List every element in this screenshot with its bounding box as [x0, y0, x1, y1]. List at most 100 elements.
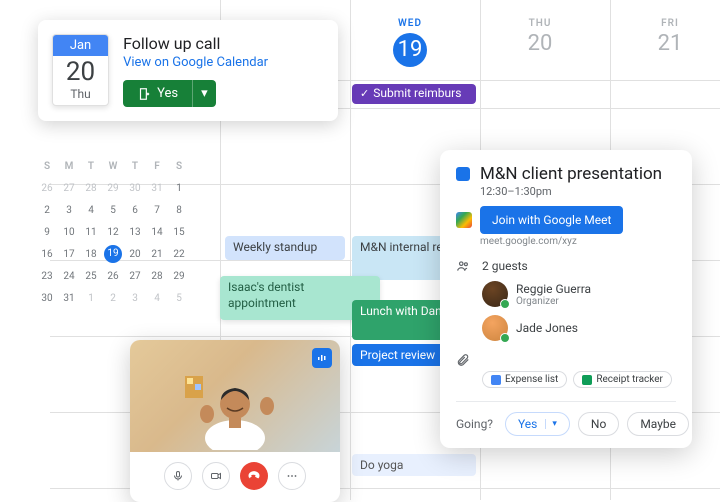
dow-label: WED: [350, 18, 470, 29]
mini-day-13[interactable]: 13: [126, 227, 144, 238]
event-label: Lunch with Dana: [360, 304, 448, 318]
accepted-badge-icon: [500, 299, 510, 309]
mini-day-5[interactable]: 5: [104, 205, 122, 216]
mini-day-11[interactable]: 11: [82, 227, 100, 238]
mini-day-5[interactable]: 5: [170, 293, 188, 304]
mini-day-14[interactable]: 14: [148, 227, 166, 238]
day-header-thu[interactable]: THU 20: [480, 18, 600, 56]
mini-day-3[interactable]: 3: [60, 205, 78, 216]
mini-day-1[interactable]: 1: [82, 293, 100, 304]
mini-day-2[interactable]: 2: [104, 293, 122, 304]
attachment-icon: [456, 353, 472, 367]
mini-month-calendar: SMTWTFS262728293031123456789101112131415…: [38, 155, 188, 309]
mini-day-26[interactable]: 26: [38, 183, 56, 194]
mini-day-4[interactable]: 4: [82, 205, 100, 216]
mini-day-21[interactable]: 21: [148, 249, 166, 260]
rsvp-dropdown-button[interactable]: ▾: [192, 80, 216, 107]
mini-day-16[interactable]: 16: [38, 249, 56, 260]
going-label: Going?: [456, 417, 493, 431]
going-maybe-button[interactable]: Maybe: [627, 412, 689, 436]
going-yes-button[interactable]: Yes▾: [505, 412, 570, 436]
mini-day-10[interactable]: 10: [60, 227, 78, 238]
video-feed: [130, 340, 340, 452]
dow-label: THU: [480, 18, 600, 29]
mini-day-24[interactable]: 24: [60, 271, 78, 282]
rsvp-button-group: Yes ▾: [123, 80, 216, 107]
mini-day-4[interactable]: 4: [148, 293, 166, 304]
chevron-down-icon: ▾: [545, 419, 557, 429]
attachment-chip[interactable]: Expense list: [482, 371, 567, 388]
mini-day-30[interactable]: 30: [126, 183, 144, 194]
date-icon-day: 20: [53, 56, 108, 87]
mini-day-8[interactable]: 8: [170, 205, 188, 216]
attachment-chip[interactable]: Receipt tracker: [573, 371, 672, 388]
person-illustration: [175, 370, 295, 450]
guest-role: Organizer: [516, 296, 591, 307]
video-call-card: [130, 340, 340, 502]
date-icon-weekday: Thu: [53, 87, 108, 105]
join-meet-button[interactable]: Join with Google Meet: [480, 206, 623, 234]
google-meet-icon: [456, 212, 472, 228]
mini-day-2[interactable]: 2: [38, 205, 56, 216]
mini-day-27[interactable]: 27: [126, 271, 144, 282]
event-submit-reimburs[interactable]: ✓Submit reimburs: [352, 84, 476, 104]
mini-day-23[interactable]: 23: [38, 271, 56, 282]
guest-row[interactable]: Jade Jones: [482, 315, 676, 341]
event-color-icon: [456, 167, 470, 181]
camera-button[interactable]: [202, 462, 230, 490]
door-icon: [137, 87, 151, 101]
mini-day-31[interactable]: 31: [60, 293, 78, 304]
video-controls: [130, 452, 340, 502]
mini-day-19[interactable]: 19: [104, 245, 122, 263]
rsvp-yes-label: Yes: [157, 86, 178, 101]
mini-day-12[interactable]: 12: [104, 227, 122, 238]
event-weekly-standup[interactable]: Weekly standup: [225, 236, 345, 260]
mini-day-31[interactable]: 31: [148, 183, 166, 194]
event-label: Isaac's dentist appointment: [228, 280, 304, 310]
mini-day-30[interactable]: 30: [38, 293, 56, 304]
accepted-badge-icon: [500, 333, 510, 343]
event-label: Project review: [360, 348, 435, 362]
day-header-wed[interactable]: WED 19: [350, 18, 470, 67]
day-number: 21: [610, 31, 720, 56]
view-on-calendar-link[interactable]: View on Google Calendar: [123, 55, 268, 70]
mini-day-9[interactable]: 9: [38, 227, 56, 238]
avatar: [482, 281, 508, 307]
mini-day-28[interactable]: 28: [148, 271, 166, 282]
meet-url: meet.google.com/xyz: [480, 236, 676, 247]
mini-day-17[interactable]: 17: [60, 249, 78, 260]
event-label: Do yoga: [360, 458, 403, 472]
guests-icon: [456, 259, 472, 273]
day-header-fri[interactable]: FRI 21: [610, 18, 720, 56]
notification-title: Follow up call: [123, 34, 324, 53]
mini-day-26[interactable]: 26: [104, 271, 122, 282]
mini-day-6[interactable]: 6: [126, 205, 144, 216]
end-call-button[interactable]: [240, 462, 268, 490]
event-time: 12:30–1:30pm: [480, 185, 662, 198]
mini-day-20[interactable]: 20: [126, 249, 144, 260]
avatar: [482, 315, 508, 341]
mini-day-25[interactable]: 25: [82, 271, 100, 282]
mini-day-28[interactable]: 28: [82, 183, 100, 194]
day-number: 19: [393, 33, 427, 67]
mini-day-1[interactable]: 1: [170, 183, 188, 194]
rsvp-yes-button[interactable]: Yes: [123, 80, 192, 107]
event-label: Weekly standup: [233, 240, 317, 254]
event-yoga[interactable]: Do yoga: [352, 454, 476, 476]
more-options-button[interactable]: [278, 462, 306, 490]
mini-day-27[interactable]: 27: [60, 183, 78, 194]
mini-day-29[interactable]: 29: [170, 271, 188, 282]
mini-day-29[interactable]: 29: [104, 183, 122, 194]
guest-count: 2 guests: [482, 259, 528, 273]
event-label: Submit reimburs: [373, 86, 461, 102]
mini-day-22[interactable]: 22: [170, 249, 188, 260]
dow-label: FRI: [610, 18, 720, 29]
guest-row[interactable]: Reggie GuerraOrganizer: [482, 281, 676, 307]
mic-button[interactable]: [164, 462, 192, 490]
mini-day-18[interactable]: 18: [82, 249, 100, 260]
mini-day-7[interactable]: 7: [148, 205, 166, 216]
mini-day-3[interactable]: 3: [126, 293, 144, 304]
going-no-button[interactable]: No: [578, 412, 619, 436]
audio-indicator-icon: [312, 348, 332, 368]
mini-day-15[interactable]: 15: [170, 227, 188, 238]
